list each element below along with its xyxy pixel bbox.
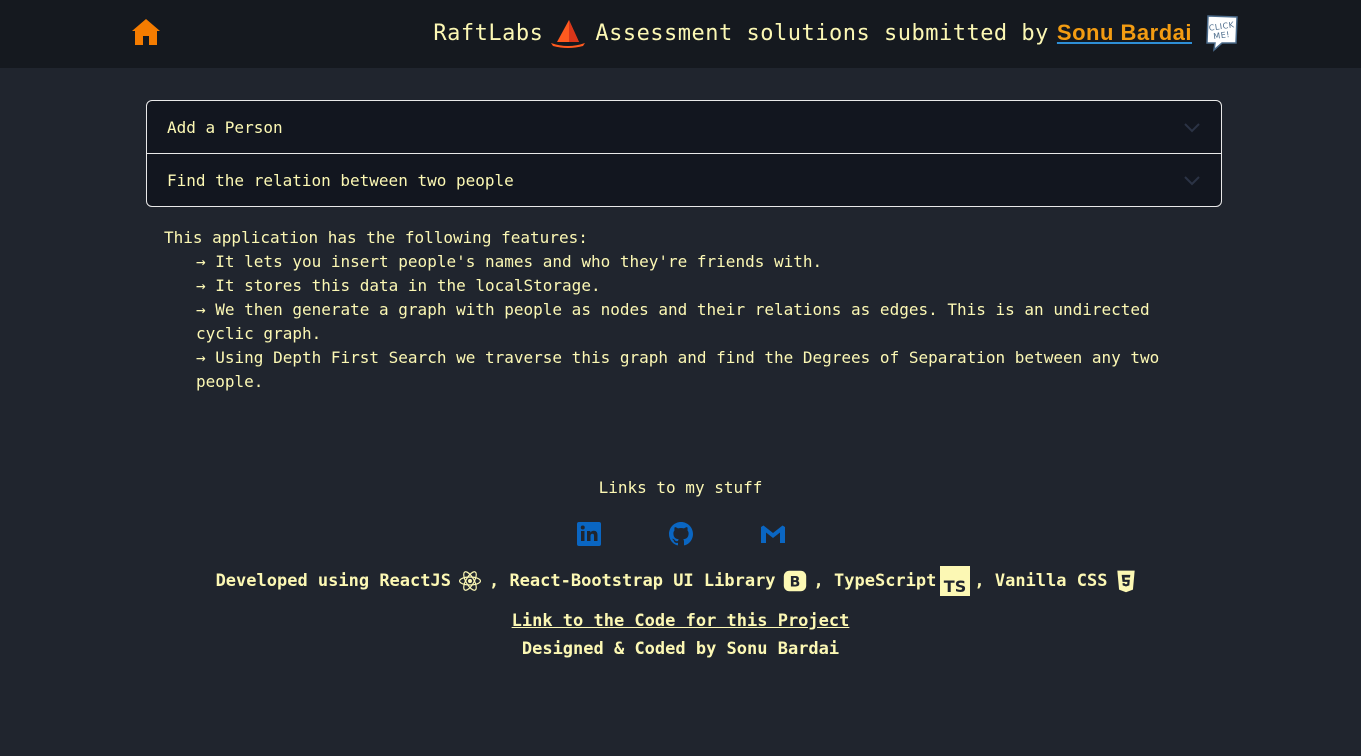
raftlabs-sail-logo [549, 18, 587, 48]
bootstrap-icon: B [780, 566, 810, 596]
css3-icon [1111, 566, 1141, 596]
typescript-badge-text: TS [944, 577, 966, 596]
features-list: → It lets you insert people's names and … [164, 250, 1174, 394]
features-description: This application has the following featu… [164, 226, 1174, 394]
accordion-label: Find the relation between two people [167, 170, 514, 190]
tech-typescript-text: , TypeScript [813, 571, 937, 591]
features-intro: This application has the following featu… [164, 228, 588, 247]
accordion: Add a Person Find the relation between t… [146, 100, 1222, 207]
list-item: → It stores this data in the localStorag… [196, 276, 601, 295]
list-item: → Using Depth First Search we traverse t… [196, 348, 1160, 391]
top-navbar: RaftLabs Assessment solutions submitted … [0, 0, 1361, 68]
chevron-down-icon [1183, 171, 1201, 189]
project-code-link[interactable]: Link to the Code for this Project [0, 609, 1361, 633]
header-subtitle: Assessment solutions submitted by [595, 20, 1049, 46]
chevron-down-icon [1183, 118, 1201, 136]
author-link[interactable]: Sonu Bardai [1057, 20, 1192, 46]
header-title: RaftLabs Assessment solutions submitted … [433, 9, 1240, 57]
typescript-icon: TS [940, 566, 971, 596]
tech-stack-line: Developed using ReactJS , React-Bootstra… [0, 565, 1361, 597]
accordion-find-relation[interactable]: Find the relation between two people [147, 153, 1221, 206]
accordion-label: Add a Person [167, 117, 283, 137]
linkedin-icon[interactable] [574, 519, 604, 549]
bootstrap-badge-text: B [789, 575, 800, 591]
footer: Links to my stuff Developed using ReactJ… [0, 474, 1361, 663]
tech-bootstrap-text: , React-Bootstrap UI Library [488, 571, 776, 591]
click-me-sticker-icon[interactable]: CLICK ME! [1204, 14, 1240, 52]
react-icon [455, 566, 485, 596]
social-links [0, 519, 1361, 549]
list-item: → We then generate a graph with people a… [196, 300, 1150, 343]
designed-by-credit: Designed & Coded by Sonu Bardai [521, 639, 840, 659]
tech-css-text: , Vanilla CSS [974, 571, 1108, 591]
gmail-icon[interactable] [758, 519, 788, 549]
list-item: → It lets you insert people's names and … [196, 252, 823, 271]
accordion-add-person[interactable]: Add a Person [147, 101, 1221, 153]
home-icon[interactable] [130, 16, 162, 48]
brand-name: RaftLabs [433, 20, 544, 46]
tech-react-text: Developed using ReactJS [215, 571, 451, 591]
links-title: Links to my stuff [598, 478, 763, 497]
github-icon[interactable] [666, 519, 696, 549]
